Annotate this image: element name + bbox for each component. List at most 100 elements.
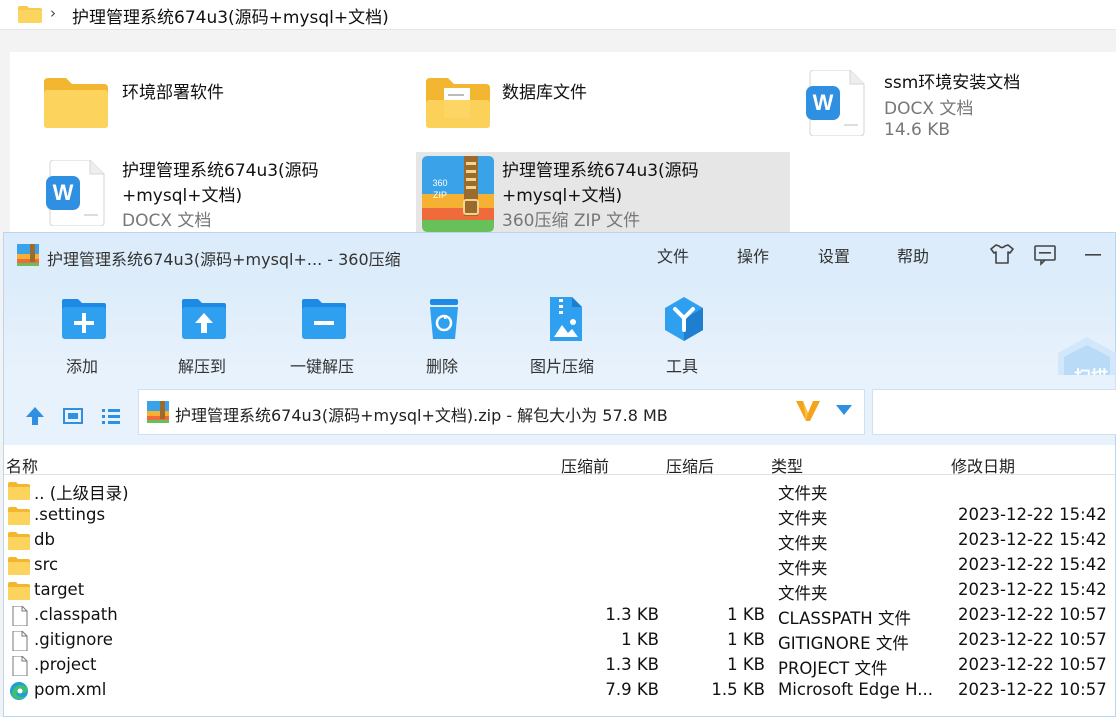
explorer-item-title-line2: +mysql+文档) xyxy=(502,186,623,206)
row-type: 文件夹 xyxy=(778,559,828,578)
explorer-item-title: 护理管理系统674u3(源码 xyxy=(502,161,699,181)
row-date: 2023-12-22 15:42 xyxy=(958,580,1107,599)
row-date: 2023-12-22 15:42 xyxy=(958,505,1107,524)
zip-archive-icon: 360 ZIP xyxy=(422,156,494,232)
menu-help[interactable]: 帮助 xyxy=(897,243,929,267)
row-date: 2023-12-22 15:42 xyxy=(958,555,1107,574)
list-view-icon[interactable] xyxy=(100,405,122,427)
folder-icon xyxy=(8,582,30,600)
explorer-item-ssm-doc[interactable]: W ssm环境安装文档 DOCX 文档 14.6 KB xyxy=(800,66,1116,146)
row-name: pom.xml xyxy=(34,680,107,699)
col-header-after[interactable]: 压缩后 xyxy=(666,453,714,477)
table-row[interactable]: .settings 文件夹 2023-12-22 15:42 xyxy=(4,504,1115,529)
table-row[interactable]: db 文件夹 2023-12-22 15:42 xyxy=(4,529,1115,554)
archive-path-box[interactable]: 护理管理系统674u3(源码+mysql+文档).zip - 解包大小为 57.… xyxy=(138,389,865,435)
row-type: CLASSPATH 文件 xyxy=(778,609,911,628)
zip-title-bar[interactable]: 护理管理系统674u3(源码+mysql+... - 360压缩 文件 操作 设… xyxy=(4,233,1115,277)
up-arrow-icon[interactable] xyxy=(24,405,46,427)
one-click-extract-icon xyxy=(302,299,346,339)
explorer-item-size: 14.6 KB xyxy=(884,120,951,140)
explorer-item-title: 环境部署软件 xyxy=(122,83,224,103)
svg-text:W: W xyxy=(813,90,834,115)
zip-app-icon xyxy=(17,244,39,266)
v-logo-icon[interactable] xyxy=(795,399,821,423)
thumbnail-view-icon[interactable] xyxy=(62,405,84,427)
row-type: 文件夹 xyxy=(778,534,828,553)
row-type: 文件夹 xyxy=(778,509,828,528)
folder-with-doc-icon xyxy=(426,78,490,128)
delete-icon xyxy=(430,299,458,339)
row-name: db xyxy=(34,530,55,549)
one-click-extract-button[interactable]: 一键解压 xyxy=(274,291,370,376)
folder-icon xyxy=(8,482,30,500)
explorer-item-env-folder[interactable]: 环境部署软件 xyxy=(40,70,400,134)
table-row[interactable]: .project 1.3 KB 1 KB PROJECT 文件 2023-12-… xyxy=(4,654,1115,679)
row-type: Microsoft Edge H... xyxy=(778,680,933,699)
menu-operate[interactable]: 操作 xyxy=(737,243,769,267)
file-list-header: 名称 压缩前 压缩后 类型 修改日期 xyxy=(4,449,1115,477)
tools-icon xyxy=(665,297,703,341)
explorer-item-db-folder[interactable]: 数据库文件 xyxy=(420,70,780,134)
row-compressed-before: 1 KB xyxy=(621,630,659,649)
row-type: 文件夹 xyxy=(778,484,828,503)
explorer-item-system-zip[interactable]: 360 ZIP 护理管理系统674u3(源码 +mysql+文档) 360压缩 … xyxy=(416,152,790,242)
table-row[interactable]: .classpath 1.3 KB 1 KB CLASSPATH 文件 2023… xyxy=(4,604,1115,629)
tools-button-label: 工具 xyxy=(665,357,698,376)
folder-icon xyxy=(8,532,30,550)
tools-button[interactable]: 工具 xyxy=(634,291,730,376)
menu-file[interactable]: 文件 xyxy=(657,243,689,267)
breadcrumb[interactable]: 护理管理系统674u3(源码+mysql+文档) xyxy=(72,3,389,28)
explorer-item-title: 数据库文件 xyxy=(502,83,587,103)
row-compressed-before: 1.3 KB xyxy=(605,605,659,624)
row-name: .gitignore xyxy=(34,630,113,649)
row-name: .settings xyxy=(34,505,106,524)
row-compressed-before: 1.3 KB xyxy=(605,655,659,674)
wps-docx-icon: W xyxy=(806,70,865,136)
minimize-icon[interactable] xyxy=(1080,242,1106,266)
row-name: .. (上级目录) xyxy=(34,484,129,503)
explorer-item-system-doc[interactable]: W 护理管理系统674u3(源码 +mysql+文档) DOCX 文档 xyxy=(40,152,400,234)
file-icon xyxy=(12,631,28,651)
delete-button-label: 删除 xyxy=(425,357,458,376)
add-button[interactable]: 添加 xyxy=(34,291,130,376)
image-compress-icon xyxy=(550,297,582,341)
edge-icon xyxy=(10,682,28,700)
image-compress-button[interactable]: 图片压缩 xyxy=(514,291,610,376)
zip-window: 护理管理系统674u3(源码+mysql+... - 360压缩 文件 操作 设… xyxy=(3,232,1116,717)
feedback-icon[interactable] xyxy=(1032,242,1058,266)
row-date: 2023-12-22 10:57 xyxy=(958,630,1107,649)
search-input[interactable] xyxy=(872,389,1116,435)
add-icon xyxy=(62,299,106,339)
explorer-item-type: DOCX 文档 xyxy=(122,211,212,231)
row-date: 2023-12-22 10:57 xyxy=(958,680,1107,699)
file-icon xyxy=(12,606,28,626)
menu-settings[interactable]: 设置 xyxy=(818,243,850,267)
row-date: 2023-12-22 10:57 xyxy=(958,655,1107,674)
col-header-type[interactable]: 类型 xyxy=(771,453,803,477)
explorer-address-bar[interactable]: › 护理管理系统674u3(源码+mysql+文档) xyxy=(0,0,1116,30)
table-row[interactable]: .. (上级目录) 文件夹 xyxy=(4,479,1115,504)
col-header-date[interactable]: 修改日期 xyxy=(951,453,1015,477)
row-name: .classpath xyxy=(34,605,118,624)
explorer-file-area: 环境部署软件 数据库文件 W ssm环境安装文档 DOCX 文档 14.6 KB… xyxy=(10,52,1116,242)
skin-shirt-icon[interactable] xyxy=(989,242,1015,266)
file-icon xyxy=(12,656,28,676)
explorer-item-type: DOCX 文档 xyxy=(884,99,974,119)
row-name: .project xyxy=(34,655,97,674)
table-row[interactable]: pom.xml 7.9 KB 1.5 KB Microsoft Edge H..… xyxy=(4,679,1115,704)
extract-to-button[interactable]: 解压到 xyxy=(154,291,250,376)
extract-to-icon xyxy=(182,299,226,339)
col-header-name[interactable]: 名称 xyxy=(6,453,38,477)
table-row[interactable]: target 文件夹 2023-12-22 15:42 xyxy=(4,579,1115,604)
zip-toolbar: 添加 解压到 一键解压 删除 图片压缩 工具 xyxy=(4,277,1116,413)
chevron-down-icon[interactable] xyxy=(835,404,853,416)
col-header-before[interactable]: 压缩前 xyxy=(561,453,609,477)
table-row[interactable]: .gitignore 1 KB 1 KB GITIGNORE 文件 2023-1… xyxy=(4,629,1115,654)
row-compressed-after: 1 KB xyxy=(727,655,765,674)
table-row[interactable]: src 文件夹 2023-12-22 15:42 xyxy=(4,554,1115,579)
zip-window-title: 护理管理系统674u3(源码+mysql+... - 360压缩 xyxy=(47,250,401,269)
folder-icon xyxy=(44,78,108,128)
folder-icon xyxy=(8,557,30,575)
row-compressed-after: 1 KB xyxy=(727,605,765,624)
delete-button[interactable]: 删除 xyxy=(394,291,490,376)
